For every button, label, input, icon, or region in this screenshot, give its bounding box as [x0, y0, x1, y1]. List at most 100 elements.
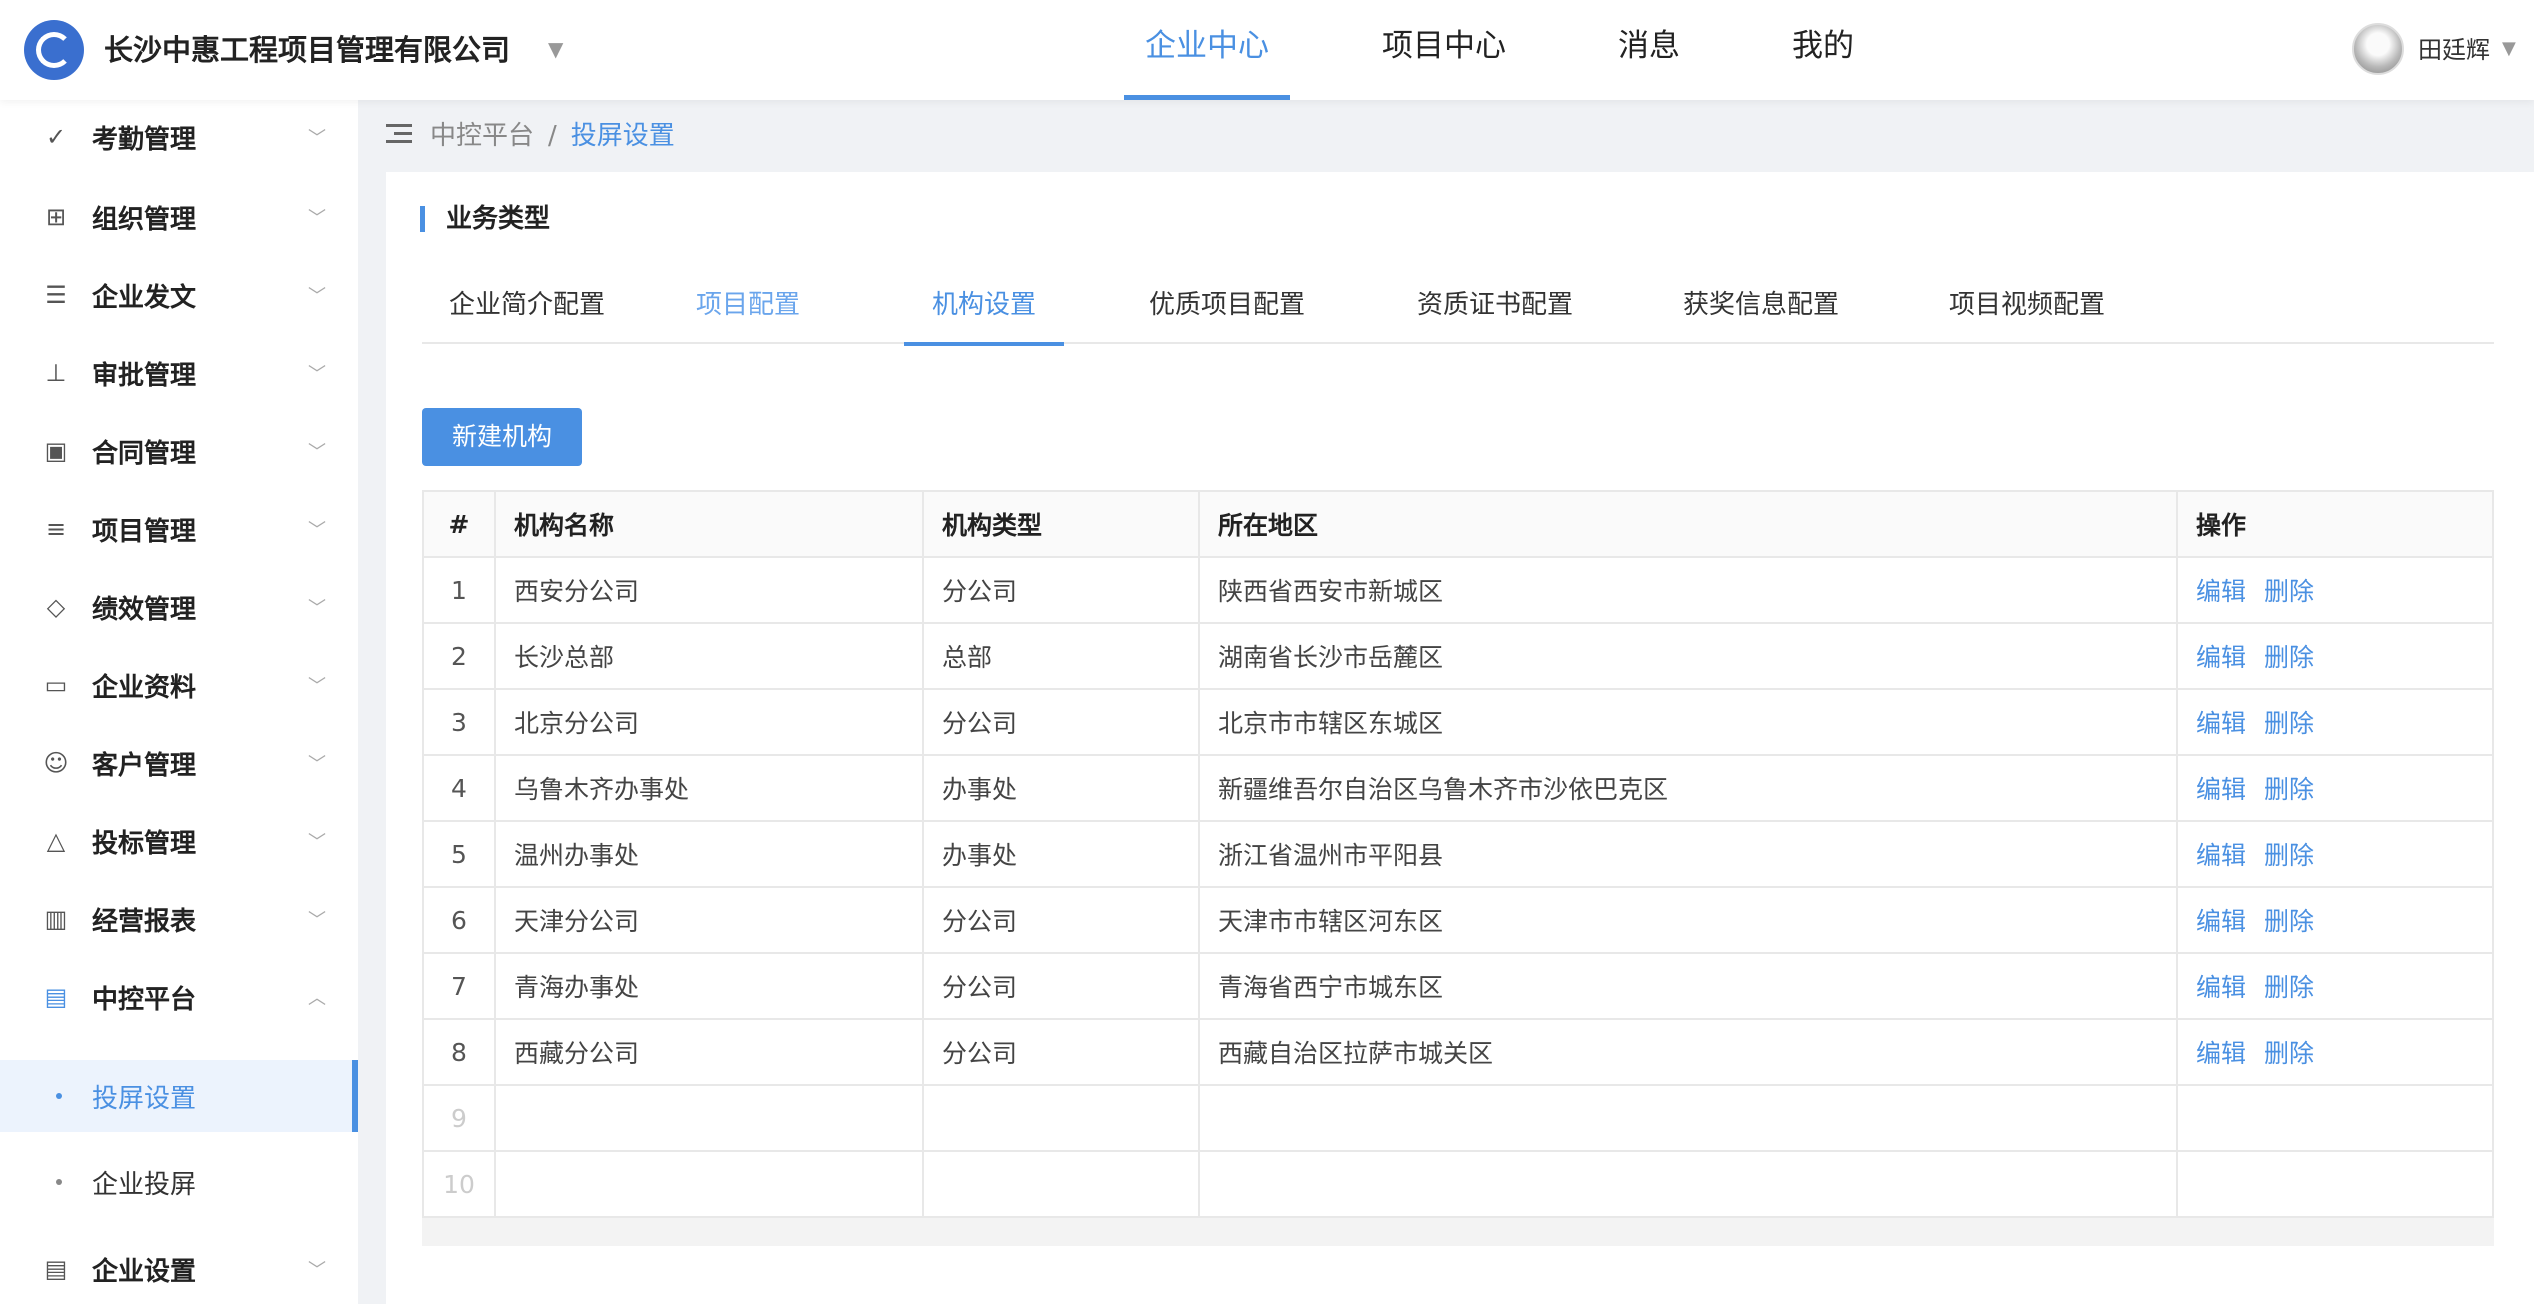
new-org-button[interactable]: 新建机构: [422, 408, 582, 466]
building-icon: ▤: [44, 983, 68, 1011]
delete-link[interactable]: 删除: [2264, 1039, 2314, 1068]
edit-link[interactable]: 编辑: [2196, 841, 2246, 870]
sidebar-item-settings[interactable]: ▤ 企业设置 ﹀: [0, 1230, 358, 1304]
sidebar-item-3[interactable]: ⊥ 审批管理 ﹀: [0, 334, 358, 412]
breadcrumb-separator: /: [548, 121, 557, 151]
cell-name: 天津分公司: [494, 886, 924, 954]
sidebar-item-label: 企业资料: [92, 672, 197, 703]
section-title: 业务类型: [446, 204, 551, 234]
building-icon: ▤: [44, 1255, 68, 1283]
sidebar-item-label: 投标管理: [92, 828, 197, 859]
cell-name: 西安分公司: [494, 556, 924, 624]
users-icon: ☺: [43, 749, 69, 777]
cell-empty: [1198, 1150, 2178, 1218]
nav-project-center[interactable]: 项目中心: [1372, 0, 1516, 100]
col-region: 所在地区: [1198, 490, 2178, 558]
edit-link[interactable]: 编辑: [2196, 643, 2246, 672]
username[interactable]: 田廷辉: [2418, 32, 2490, 68]
diamond-icon: ◇: [46, 593, 66, 621]
cell-index: 2: [422, 622, 496, 690]
sidebar-subitem-label: 投屏设置: [92, 1083, 197, 1114]
delete-link[interactable]: 删除: [2264, 841, 2314, 870]
company-name[interactable]: 长沙中惠工程项目管理有限公司: [104, 28, 510, 72]
sidebar-item-5[interactable]: ≡ 项目管理 ﹀: [0, 490, 358, 568]
chevron-down-icon[interactable]: ▼: [548, 34, 563, 64]
sidebar-subitem-0[interactable]: 投屏设置: [0, 1060, 358, 1132]
sidebar-item-label: 中控平台: [92, 984, 197, 1015]
tab-certificates[interactable]: 资质证书配置: [1402, 280, 1588, 344]
delete-link[interactable]: 删除: [2264, 643, 2314, 672]
edit-link[interactable]: 编辑: [2196, 577, 2246, 606]
tab-company-intro[interactable]: 企业简介配置: [422, 280, 632, 344]
company-logo-icon: [24, 20, 84, 80]
table-row: 3 北京分公司 分公司 北京市市辖区东城区 编辑 删除: [422, 688, 2494, 756]
table-row: 5 温州办事处 办事处 浙江省温州市平阳县 编辑 删除: [422, 820, 2494, 888]
sidebar-item-label: 经营报表: [92, 906, 197, 937]
cell-region: 北京市市辖区东城区: [1198, 688, 2178, 756]
tab-awards[interactable]: 获奖信息配置: [1668, 280, 1854, 344]
chevron-down-icon: ﹀: [308, 676, 326, 697]
collapse-menu-icon[interactable]: [386, 122, 412, 146]
edit-link[interactable]: 编辑: [2196, 973, 2246, 1002]
cell-empty: [1198, 1084, 2178, 1152]
cell-type: 办事处: [922, 754, 1200, 822]
col-index: #: [422, 490, 496, 558]
sidebar-subitem-1[interactable]: 企业投屏: [0, 1146, 358, 1218]
cell-actions: 编辑 删除: [2176, 952, 2494, 1020]
sidebar-item-label: 项目管理: [92, 516, 197, 547]
cell-empty: [922, 1084, 1200, 1152]
edit-link[interactable]: 编辑: [2196, 709, 2246, 738]
sidebar-item-10[interactable]: ▥ 经营报表 ﹀: [0, 880, 358, 958]
tab-quality-projects[interactable]: 优质项目配置: [1134, 280, 1320, 344]
cell-actions: 编辑 删除: [2176, 622, 2494, 690]
sidebar-item-6[interactable]: ◇ 绩效管理 ﹀: [0, 568, 358, 646]
delete-link[interactable]: 删除: [2264, 907, 2314, 936]
sidebar-item-2[interactable]: ☰ 企业发文 ﹀: [0, 256, 358, 334]
delete-link[interactable]: 删除: [2264, 709, 2314, 738]
sidebar-item-11[interactable]: ▤ 中控平台 ︿: [0, 958, 358, 1036]
cell-region: 青海省西宁市城东区: [1198, 952, 2178, 1020]
breadcrumb-parent[interactable]: 中控平台: [430, 121, 534, 151]
tab-org-settings[interactable]: 机构设置: [904, 280, 1064, 346]
sidebar-item-1[interactable]: ⊞ 组织管理 ﹀: [0, 178, 358, 256]
edit-link[interactable]: 编辑: [2196, 775, 2246, 804]
edit-link[interactable]: 编辑: [2196, 907, 2246, 936]
sidebar-item-label: 企业设置: [92, 1256, 197, 1287]
cell-index: 1: [422, 556, 496, 624]
triangle-icon: △: [46, 827, 66, 855]
cell-name: 温州办事处: [494, 820, 924, 888]
delete-link[interactable]: 删除: [2264, 775, 2314, 804]
sidebar-item-4[interactable]: ▣ 合同管理 ﹀: [0, 412, 358, 490]
cell-region: 新疆维吾尔自治区乌鲁木齐市沙依巴克区: [1198, 754, 2178, 822]
nav-enterprise-center[interactable]: 企业中心: [1124, 0, 1290, 100]
tab-project-videos[interactable]: 项目视频配置: [1934, 280, 2120, 344]
delete-link[interactable]: 删除: [2264, 973, 2314, 1002]
table-row: 1 西安分公司 分公司 陕西省西安市新城区 编辑 删除: [422, 556, 2494, 624]
nav-messages[interactable]: 消息: [1604, 0, 1694, 100]
cell-type: 分公司: [922, 1018, 1200, 1086]
cell-region: 湖南省长沙市岳麓区: [1198, 622, 2178, 690]
sidebar-item-label: 审批管理: [92, 360, 197, 391]
chevron-down-icon[interactable]: ▼: [2502, 34, 2516, 64]
bar-chart-icon: ▥: [44, 905, 68, 933]
horizontal-scrollbar[interactable]: [422, 1216, 2494, 1246]
cell-empty: [494, 1150, 924, 1218]
cell-empty: [2176, 1150, 2494, 1218]
chevron-down-icon: ﹀: [308, 520, 326, 541]
table-row-empty: 9: [422, 1084, 2494, 1152]
avatar[interactable]: [2352, 23, 2404, 75]
sidebar-item-8[interactable]: ☺ 客户管理 ﹀: [0, 724, 358, 802]
cell-actions: 编辑 删除: [2176, 688, 2494, 756]
sidebar-item-7[interactable]: ▭ 企业资料 ﹀: [0, 646, 358, 724]
delete-link[interactable]: 删除: [2264, 577, 2314, 606]
tab-project-config[interactable]: 项目配置: [684, 280, 812, 344]
nav-mine[interactable]: 我的: [1778, 0, 1868, 100]
chevron-down-icon: ﹀: [308, 364, 326, 385]
document-icon: ☰: [45, 281, 67, 309]
cell-index: 9: [422, 1084, 496, 1152]
chevron-down-icon: ﹀: [308, 1260, 326, 1281]
sidebar-item-9[interactable]: △ 投标管理 ﹀: [0, 802, 358, 880]
sidebar-item-0[interactable]: ✓ 考勤管理 ﹀: [0, 98, 358, 176]
edit-link[interactable]: 编辑: [2196, 1039, 2246, 1068]
cell-index: 6: [422, 886, 496, 954]
